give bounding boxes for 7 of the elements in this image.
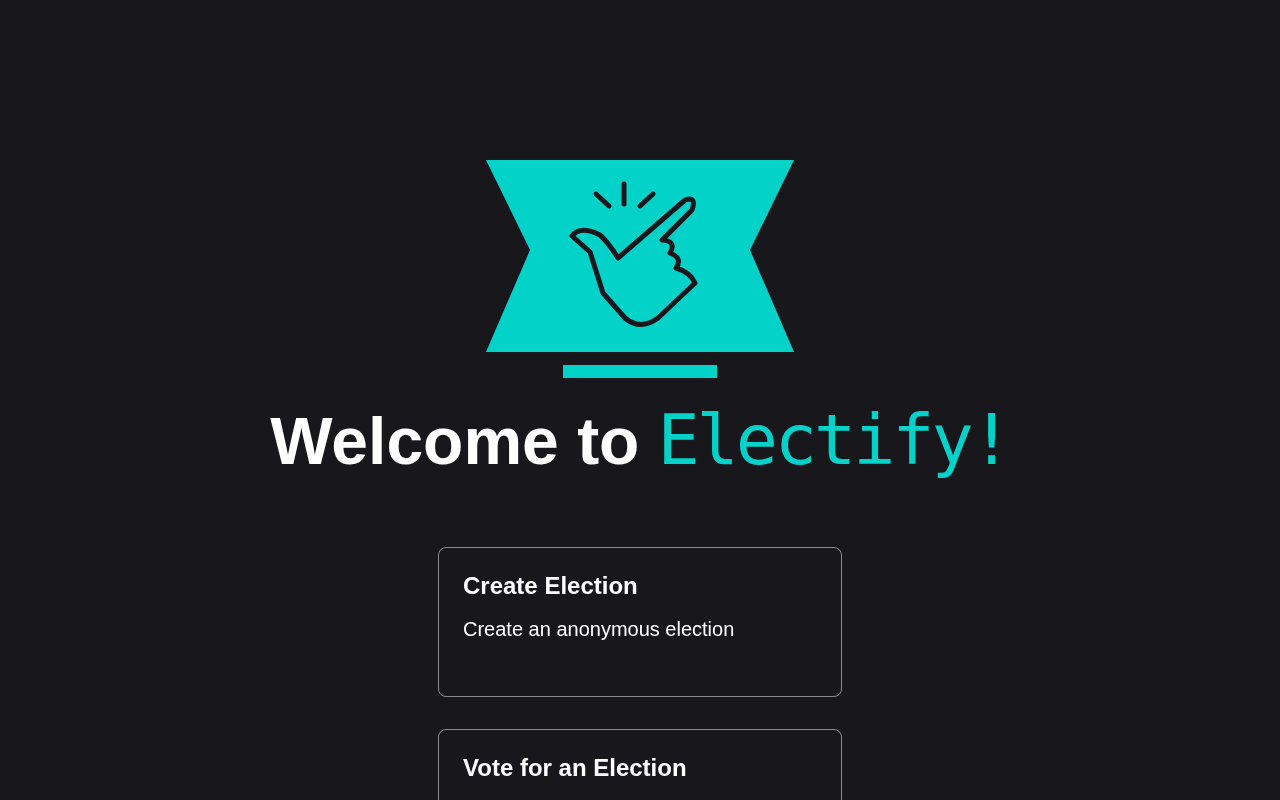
brand-name: Electify! (657, 400, 1010, 480)
card-title: Vote for an Election (463, 753, 688, 783)
option-card[interactable]: Create Election Create an anonymous election (438, 547, 842, 697)
card-description: Create an anonymous election (463, 617, 736, 642)
welcome-heading: Welcome to (270, 403, 640, 480)
card-title: Create Election (463, 571, 639, 601)
option-card[interactable]: Vote for an Election (438, 729, 842, 800)
